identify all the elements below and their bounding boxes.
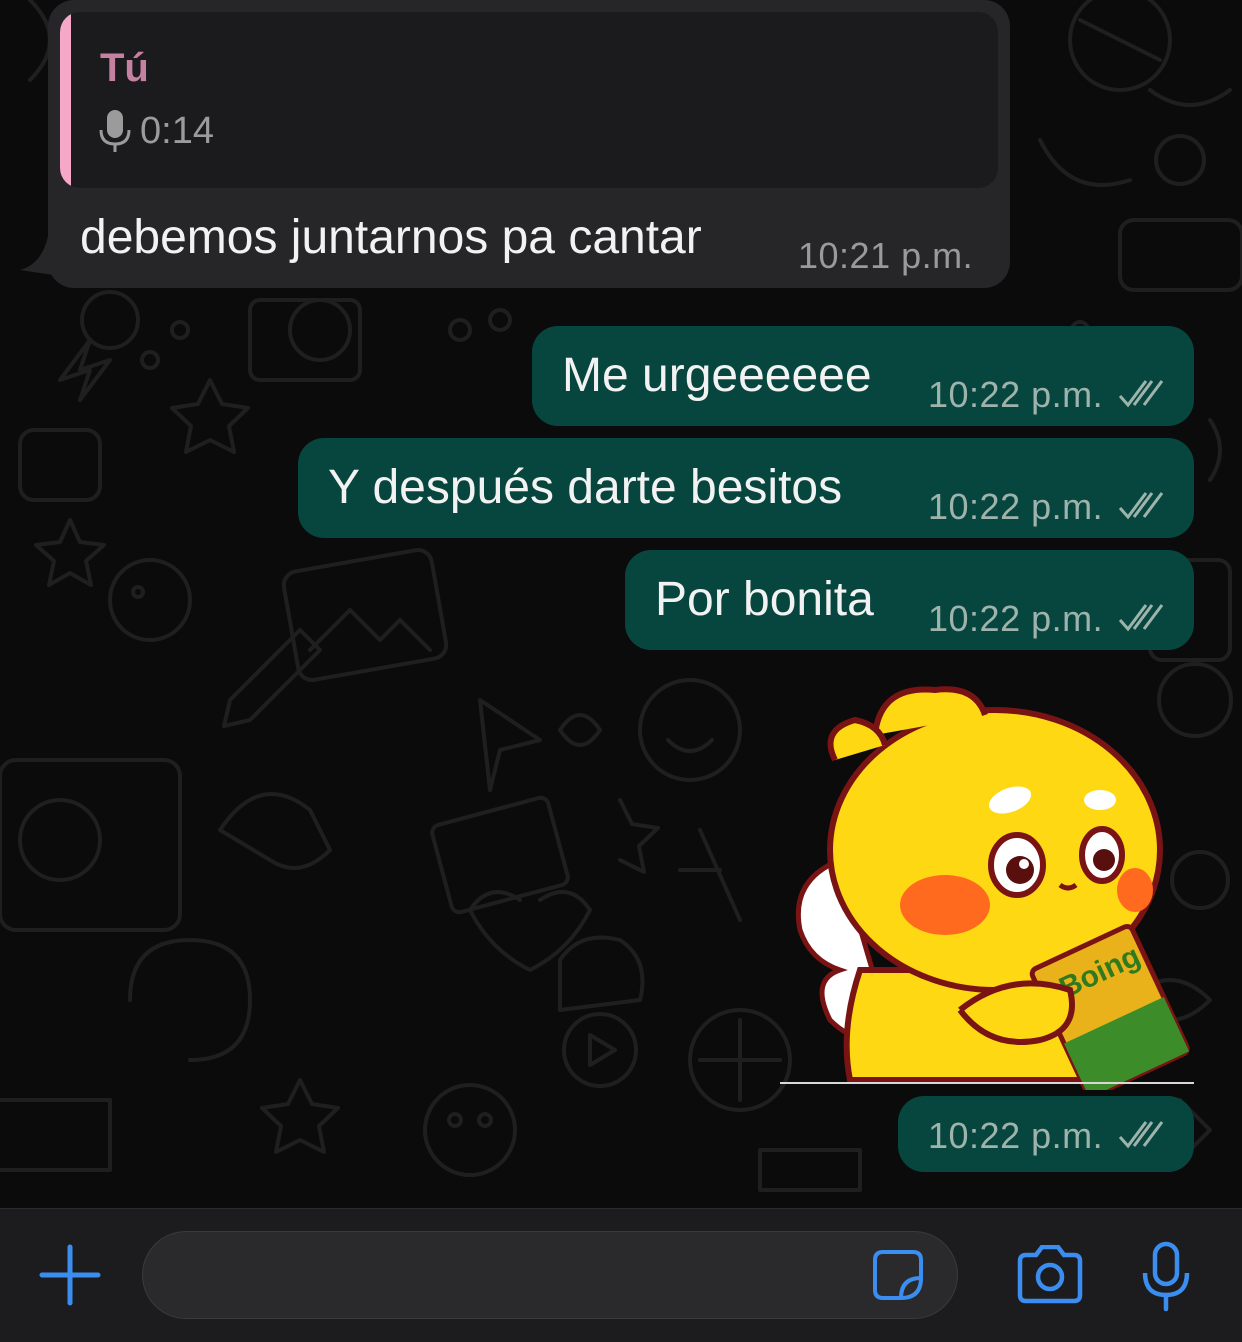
- camera-icon[interactable]: [1016, 1245, 1084, 1305]
- double-check-icon: [1118, 604, 1164, 632]
- sticker-time-bubble: 10:22 p.m.: [898, 1096, 1194, 1172]
- message-outgoing[interactable]: Y después darte besitos 10:22 p.m.: [298, 438, 1194, 538]
- message-outgoing[interactable]: Me urgeeeeee 10:22 p.m.: [532, 326, 1194, 426]
- plus-icon[interactable]: [38, 1243, 102, 1307]
- voice-note-duration: 0:14: [140, 110, 214, 152]
- mic-icon[interactable]: [1140, 1241, 1192, 1313]
- message-text: debemos juntarnos pa cantar: [80, 211, 702, 264]
- double-check-icon: [1118, 492, 1164, 520]
- message-incoming[interactable]: Tú 0:14 debemos juntarnos pa cantar 10:2…: [48, 0, 1010, 288]
- double-check-icon: [1118, 380, 1164, 408]
- double-check-icon: [1118, 1121, 1164, 1149]
- message-outgoing[interactable]: Por bonita 10:22 p.m.: [625, 550, 1194, 650]
- message-time: 10:21 p.m.: [798, 235, 974, 276]
- sticker-divider: [780, 1082, 1194, 1084]
- message-time: 10:22 p.m.: [928, 374, 1104, 415]
- message-input[interactable]: [142, 1231, 958, 1319]
- message-text: Me urgeeeeee: [562, 349, 872, 402]
- message-time: 10:22 p.m.: [928, 598, 1104, 639]
- sticker-image[interactable]: Boing: [780, 680, 1200, 1090]
- quote-accent-bar: [60, 12, 71, 188]
- message-time: 10:22 p.m.: [928, 486, 1104, 527]
- message-time: 10:22 p.m.: [928, 1115, 1104, 1156]
- message-text: Y después darte besitos: [328, 461, 843, 514]
- quote-author: Tú: [100, 46, 149, 90]
- mic-icon: [99, 110, 131, 152]
- input-bar: [0, 1208, 1242, 1342]
- bubble-tail: [20, 236, 60, 276]
- quoted-message[interactable]: Tú 0:14: [60, 12, 998, 188]
- message-text: Por bonita: [655, 573, 874, 626]
- sticker-icon[interactable]: [869, 1246, 927, 1304]
